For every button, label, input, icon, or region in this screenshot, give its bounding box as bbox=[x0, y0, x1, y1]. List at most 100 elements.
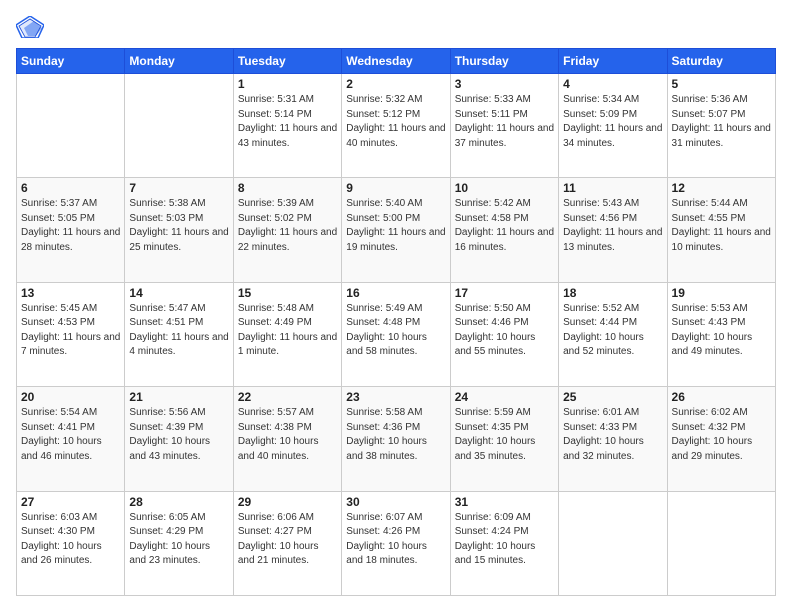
calendar-cell bbox=[667, 491, 775, 595]
day-info: Sunrise: 5:56 AMSunset: 4:39 PMDaylight:… bbox=[129, 406, 228, 464]
day-number: 24 bbox=[455, 390, 554, 404]
calendar-cell: 30Sunrise: 6:07 AMSunset: 4:26 PMDayligh… bbox=[342, 491, 450, 595]
calendar-cell: 14 Sunrise: 5:47 AMSunset: 4:51 PMDayligh… bbox=[125, 282, 233, 386]
calendar-cell: 24 Sunrise: 5:59 AMSunset: 4:35 PMDayligh… bbox=[450, 387, 558, 491]
day-number: 31 bbox=[455, 495, 554, 509]
header bbox=[16, 16, 776, 38]
calendar-cell: 2 Sunrise: 5:32 AMSunset: 5:12 PMDaylight… bbox=[342, 74, 450, 178]
day-number: 1 bbox=[238, 77, 337, 91]
day-number: 3 bbox=[455, 77, 554, 91]
week-row-5: 27Sunrise: 6:03 AMSunset: 4:30 PMDayligh… bbox=[17, 491, 776, 595]
day-info: Sunrise: 6:07 AMSunset: 4:26 PMDaylight:… bbox=[346, 511, 445, 569]
day-info: Sunrise: 5:49 AMSunset: 4:48 PMDaylight:… bbox=[346, 302, 445, 360]
calendar-cell: 25Sunrise: 6:01 AMSunset: 4:33 PMDayligh… bbox=[559, 387, 667, 491]
day-number: 12 bbox=[672, 181, 771, 195]
day-number: 22 bbox=[238, 390, 337, 404]
calendar-cell: 6Sunrise: 5:37 AMSunset: 5:05 PMDaylight… bbox=[17, 178, 125, 282]
calendar-cell: 5 Sunrise: 5:36 AMSunset: 5:07 PMDaylight… bbox=[667, 74, 775, 178]
day-number: 8 bbox=[238, 181, 337, 195]
day-info: Sunrise: 5:42 AMSunset: 4:58 PMDaylight:… bbox=[455, 197, 554, 255]
day-info: Sunrise: 5:50 AMSunset: 4:46 PMDaylight:… bbox=[455, 302, 554, 360]
day-number: 27 bbox=[21, 495, 120, 509]
calendar-cell: 12 Sunrise: 5:44 AMSunset: 4:55 PMDayligh… bbox=[667, 178, 775, 282]
day-number: 11 bbox=[563, 181, 662, 195]
day-info: Sunrise: 5:45 AMSunset: 4:53 PMDaylight:… bbox=[21, 302, 120, 360]
day-number: 26 bbox=[672, 390, 771, 404]
calendar-cell: 13 Sunrise: 5:45 AMSunset: 4:53 PMDayligh… bbox=[17, 282, 125, 386]
calendar-cell: 16 Sunrise: 5:49 AMSunset: 4:48 PMDayligh… bbox=[342, 282, 450, 386]
day-info: Sunrise: 5:54 AMSunset: 4:41 PMDaylight:… bbox=[21, 406, 120, 464]
week-row-2: 6Sunrise: 5:37 AMSunset: 5:05 PMDaylight… bbox=[17, 178, 776, 282]
weekday-header-saturday: Saturday bbox=[667, 49, 775, 74]
calendar-cell bbox=[559, 491, 667, 595]
weekday-header-wednesday: Wednesday bbox=[342, 49, 450, 74]
calendar-cell: 10 Sunrise: 5:42 AMSunset: 4:58 PMDayligh… bbox=[450, 178, 558, 282]
week-row-1: 1 Sunrise: 5:31 AMSunset: 5:14 PMDaylight… bbox=[17, 74, 776, 178]
day-number: 18 bbox=[563, 286, 662, 300]
weekday-header-sunday: Sunday bbox=[17, 49, 125, 74]
day-number: 17 bbox=[455, 286, 554, 300]
day-number: 10 bbox=[455, 181, 554, 195]
day-number: 13 bbox=[21, 286, 120, 300]
day-info: Sunrise: 5:32 AMSunset: 5:12 PMDaylight:… bbox=[346, 93, 445, 151]
calendar-cell bbox=[125, 74, 233, 178]
day-info: Sunrise: 5:53 AMSunset: 4:43 PMDaylight:… bbox=[672, 302, 771, 360]
weekday-header-friday: Friday bbox=[559, 49, 667, 74]
day-number: 28 bbox=[129, 495, 228, 509]
day-info: Sunrise: 6:09 AMSunset: 4:24 PMDaylight:… bbox=[455, 511, 554, 569]
day-info: Sunrise: 6:02 AMSunset: 4:32 PMDaylight:… bbox=[672, 406, 771, 464]
calendar-cell: 23Sunrise: 5:58 AMSunset: 4:36 PMDayligh… bbox=[342, 387, 450, 491]
day-info: Sunrise: 5:31 AMSunset: 5:14 PMDaylight:… bbox=[238, 93, 337, 151]
weekday-header-tuesday: Tuesday bbox=[233, 49, 341, 74]
logo bbox=[16, 16, 48, 38]
logo-icon bbox=[16, 16, 44, 38]
calendar-cell: 19 Sunrise: 5:53 AMSunset: 4:43 PMDayligh… bbox=[667, 282, 775, 386]
calendar-cell: 28 Sunrise: 6:05 AMSunset: 4:29 PMDayligh… bbox=[125, 491, 233, 595]
day-info: Sunrise: 5:38 AMSunset: 5:03 PMDaylight:… bbox=[129, 197, 228, 255]
calendar-table: SundayMondayTuesdayWednesdayThursdayFrid… bbox=[16, 48, 776, 596]
calendar-cell: 11 Sunrise: 5:43 AMSunset: 4:56 PMDayligh… bbox=[559, 178, 667, 282]
day-info: Sunrise: 5:57 AMSunset: 4:38 PMDaylight:… bbox=[238, 406, 337, 464]
day-info: Sunrise: 5:39 AMSunset: 5:02 PMDaylight:… bbox=[238, 197, 337, 255]
day-number: 20 bbox=[21, 390, 120, 404]
week-row-3: 13 Sunrise: 5:45 AMSunset: 4:53 PMDayligh… bbox=[17, 282, 776, 386]
day-info: Sunrise: 6:01 AMSunset: 4:33 PMDaylight:… bbox=[563, 406, 662, 464]
day-info: Sunrise: 5:59 AMSunset: 4:35 PMDaylight:… bbox=[455, 406, 554, 464]
day-number: 16 bbox=[346, 286, 445, 300]
calendar-cell: 7 Sunrise: 5:38 AMSunset: 5:03 PMDaylight… bbox=[125, 178, 233, 282]
day-number: 5 bbox=[672, 77, 771, 91]
calendar-cell: 18 Sunrise: 5:52 AMSunset: 4:44 PMDayligh… bbox=[559, 282, 667, 386]
calendar-cell: 8 Sunrise: 5:39 AMSunset: 5:02 PMDaylight… bbox=[233, 178, 341, 282]
day-info: Sunrise: 6:06 AMSunset: 4:27 PMDaylight:… bbox=[238, 511, 337, 569]
day-number: 4 bbox=[563, 77, 662, 91]
calendar-cell: 27Sunrise: 6:03 AMSunset: 4:30 PMDayligh… bbox=[17, 491, 125, 595]
calendar-cell: 17 Sunrise: 5:50 AMSunset: 4:46 PMDayligh… bbox=[450, 282, 558, 386]
calendar-cell: 3 Sunrise: 5:33 AMSunset: 5:11 PMDaylight… bbox=[450, 74, 558, 178]
day-info: Sunrise: 5:43 AMSunset: 4:56 PMDaylight:… bbox=[563, 197, 662, 255]
calendar-cell: 15Sunrise: 5:48 AMSunset: 4:49 PMDayligh… bbox=[233, 282, 341, 386]
day-info: Sunrise: 5:34 AMSunset: 5:09 PMDaylight:… bbox=[563, 93, 662, 151]
day-info: Sunrise: 5:52 AMSunset: 4:44 PMDaylight:… bbox=[563, 302, 662, 360]
calendar-cell: 4 Sunrise: 5:34 AMSunset: 5:09 PMDaylight… bbox=[559, 74, 667, 178]
calendar-cell: 20 Sunrise: 5:54 AMSunset: 4:41 PMDayligh… bbox=[17, 387, 125, 491]
day-number: 7 bbox=[129, 181, 228, 195]
day-number: 19 bbox=[672, 286, 771, 300]
weekday-header-thursday: Thursday bbox=[450, 49, 558, 74]
calendar-cell: 31 Sunrise: 6:09 AMSunset: 4:24 PMDayligh… bbox=[450, 491, 558, 595]
day-number: 29 bbox=[238, 495, 337, 509]
calendar-cell: 9 Sunrise: 5:40 AMSunset: 5:00 PMDaylight… bbox=[342, 178, 450, 282]
day-number: 2 bbox=[346, 77, 445, 91]
day-number: 14 bbox=[129, 286, 228, 300]
weekday-header-row: SundayMondayTuesdayWednesdayThursdayFrid… bbox=[17, 49, 776, 74]
day-info: Sunrise: 5:47 AMSunset: 4:51 PMDaylight:… bbox=[129, 302, 228, 360]
day-number: 9 bbox=[346, 181, 445, 195]
day-info: Sunrise: 5:40 AMSunset: 5:00 PMDaylight:… bbox=[346, 197, 445, 255]
calendar-cell: 26 Sunrise: 6:02 AMSunset: 4:32 PMDayligh… bbox=[667, 387, 775, 491]
day-info: Sunrise: 6:05 AMSunset: 4:29 PMDaylight:… bbox=[129, 511, 228, 569]
page: SundayMondayTuesdayWednesdayThursdayFrid… bbox=[0, 0, 792, 612]
day-info: Sunrise: 5:33 AMSunset: 5:11 PMDaylight:… bbox=[455, 93, 554, 151]
calendar-cell: 22 Sunrise: 5:57 AMSunset: 4:38 PMDayligh… bbox=[233, 387, 341, 491]
calendar-cell bbox=[17, 74, 125, 178]
day-info: Sunrise: 5:36 AMSunset: 5:07 PMDaylight:… bbox=[672, 93, 771, 151]
day-info: Sunrise: 5:44 AMSunset: 4:55 PMDaylight:… bbox=[672, 197, 771, 255]
